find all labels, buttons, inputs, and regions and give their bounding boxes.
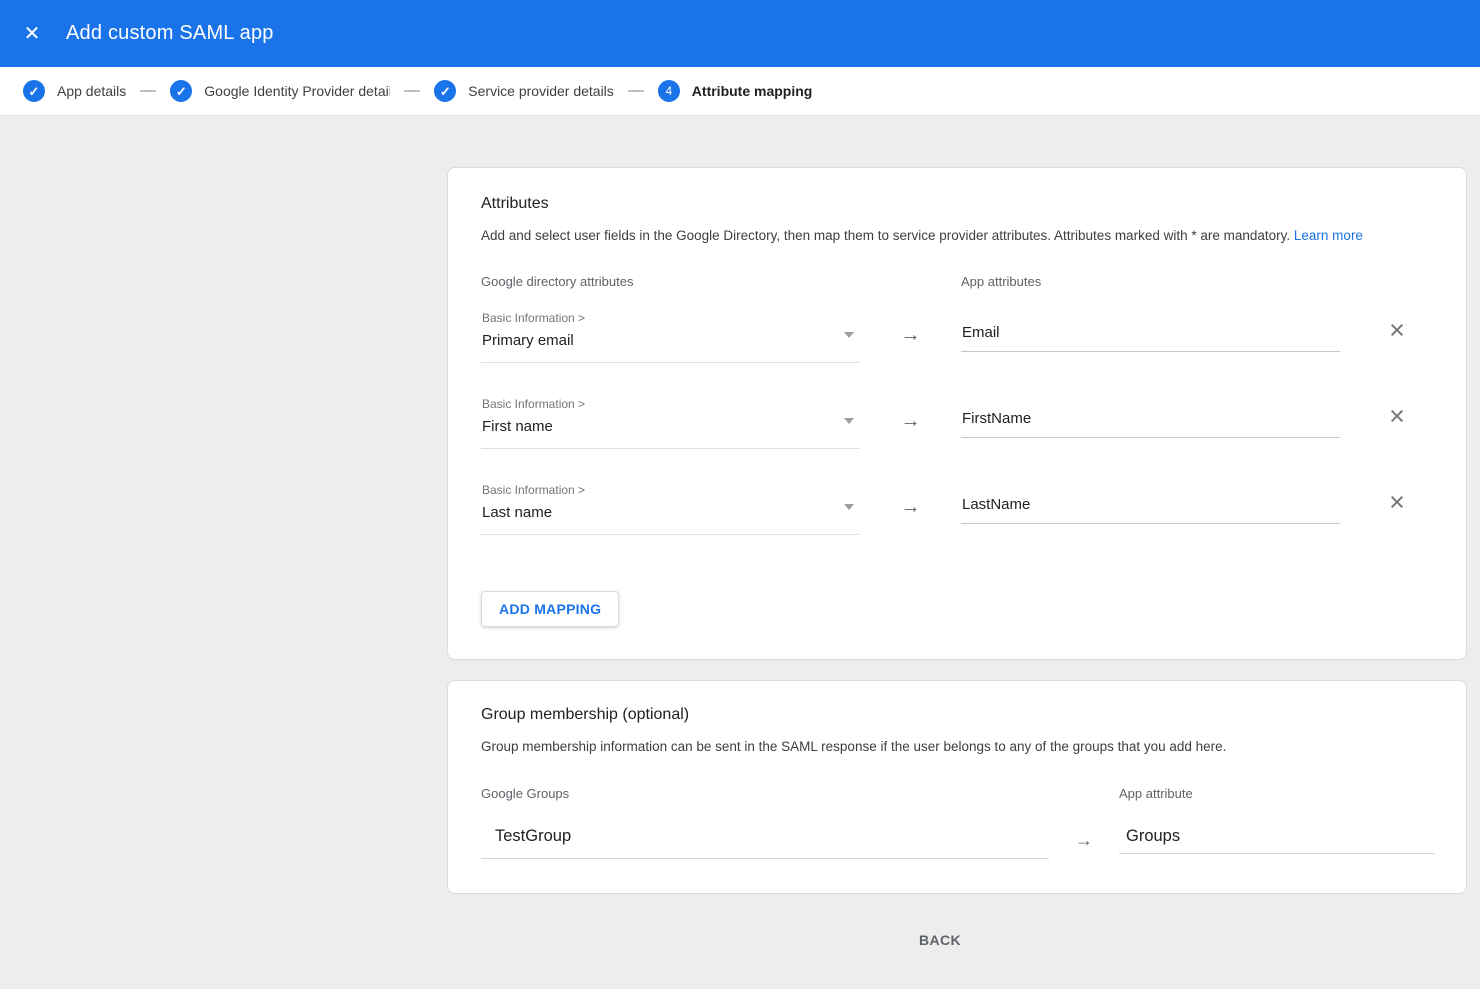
step-label: App details: [57, 83, 126, 99]
column-header-google-directory-attributes: Google directory attributes: [481, 274, 860, 289]
step-attribute-mapping[interactable]: 4 Attribute mapping: [658, 80, 813, 102]
attributes-card: Attributes Add and select user fields in…: [447, 167, 1467, 660]
step-label: Google Identity Provider details: [204, 83, 390, 99]
step-label: Service provider details: [468, 83, 614, 99]
main-content: Attributes Add and select user fields in…: [0, 116, 1480, 959]
app-attribute-input[interactable]: [961, 496, 1340, 524]
page-title: Add custom SAML app: [66, 22, 274, 45]
step-label: Attribute mapping: [692, 83, 813, 99]
google-attribute-value: First name: [482, 418, 860, 435]
attributes-card-description: Add and select user fields in the Google…: [481, 227, 1433, 245]
delete-mapping-icon[interactable]: ×: [1361, 397, 1433, 430]
column-header-app-attributes: App attributes: [961, 274, 1340, 289]
learn-more-link[interactable]: Learn more: [1294, 228, 1363, 243]
attribute-category: Basic Information >: [482, 397, 860, 411]
mapping-arrow-icon: →: [901, 397, 921, 431]
mapping-row: Basic Information > Last name → ×: [481, 483, 1433, 535]
app-header: ✕ Add custom SAML app: [0, 0, 1480, 67]
google-attribute-select[interactable]: Basic Information > Primary email: [481, 311, 860, 363]
column-header-google-groups: Google Groups: [481, 786, 1049, 801]
wizard-footer: BACK CANCEL FINISH: [894, 921, 1480, 959]
mapping-arrow-icon: →: [901, 483, 921, 517]
google-attribute-select[interactable]: Basic Information > First name: [481, 397, 860, 449]
step-app-details[interactable]: ✓ App details: [23, 80, 126, 102]
google-attribute-select[interactable]: Basic Information > Last name: [481, 483, 860, 535]
step-separator: [140, 90, 156, 92]
app-attribute-input[interactable]: [961, 410, 1340, 438]
step-number: 4: [658, 80, 680, 102]
mapping-row: Basic Information > Primary email → ×: [481, 311, 1433, 363]
attributes-card-title: Attributes: [481, 195, 1433, 213]
wizard-stepper: ✓ App details ✓ Google Identity Provider…: [0, 67, 1480, 116]
check-icon: ✓: [170, 80, 192, 102]
column-header-app-attribute: App attribute: [1119, 786, 1435, 801]
column-headers: Google directory attributes App attribut…: [481, 274, 1433, 289]
group-mapping-row: →: [481, 813, 1433, 859]
step-google-identity-provider-details[interactable]: ✓ Google Identity Provider details: [170, 80, 390, 102]
attribute-category: Basic Information >: [482, 483, 860, 497]
mapping-row: Basic Information > First name → ×: [481, 397, 1433, 449]
app-attribute-groups-input[interactable]: [1119, 813, 1435, 854]
attribute-category: Basic Information >: [482, 311, 860, 325]
check-icon: ✓: [434, 80, 456, 102]
delete-mapping-icon[interactable]: ×: [1361, 311, 1433, 344]
google-attribute-value: Primary email: [482, 332, 860, 349]
back-button[interactable]: BACK: [911, 922, 969, 958]
group-column-headers: Google Groups App attribute: [481, 786, 1433, 801]
group-membership-title: Group membership (optional): [481, 706, 1433, 724]
check-icon: ✓: [23, 80, 45, 102]
google-attribute-value: Last name: [482, 504, 860, 521]
dropdown-caret-icon: [844, 332, 854, 338]
add-mapping-button[interactable]: ADD MAPPING: [481, 591, 619, 627]
step-separator: [628, 90, 644, 92]
mapping-arrow-icon: →: [1075, 813, 1093, 849]
description-text: Add and select user fields in the Google…: [481, 228, 1290, 243]
dropdown-caret-icon: [844, 418, 854, 424]
step-separator: [404, 90, 420, 92]
delete-mapping-icon[interactable]: ×: [1361, 483, 1433, 516]
google-groups-input[interactable]: [481, 813, 1049, 859]
group-membership-description: Group membership information can be sent…: [481, 738, 1433, 756]
step-service-provider-details[interactable]: ✓ Service provider details: [434, 80, 614, 102]
group-membership-card: Group membership (optional) Group member…: [447, 680, 1467, 894]
close-icon[interactable]: ✕: [22, 24, 42, 44]
dropdown-caret-icon: [844, 504, 854, 510]
mapping-arrow-icon: →: [901, 311, 921, 345]
app-attribute-input[interactable]: [961, 324, 1340, 352]
